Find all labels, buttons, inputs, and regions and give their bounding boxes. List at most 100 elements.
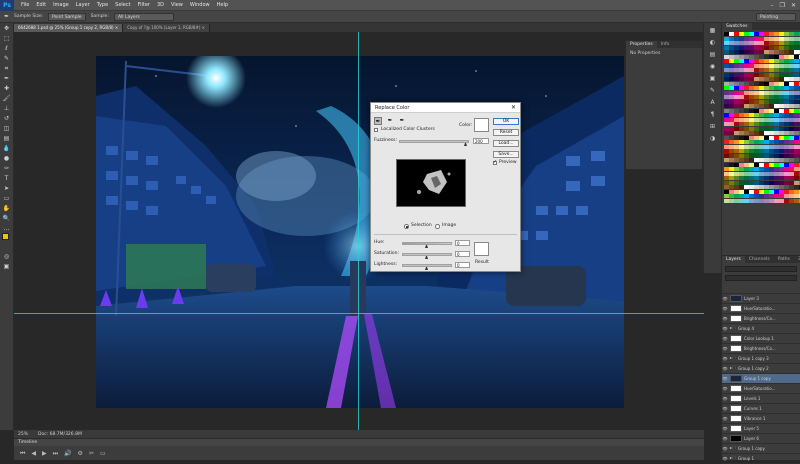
color-swatch[interactable] (789, 41, 794, 45)
color-swatch[interactable] (789, 45, 794, 50)
color-swatch[interactable] (724, 41, 729, 45)
color-swatch[interactable] (759, 108, 764, 113)
color-swatch[interactable] (764, 104, 769, 108)
visibility-eye-icon[interactable]: 👁 (722, 336, 728, 341)
last-frame-icon[interactable]: ⏭ (53, 450, 58, 458)
color-swatch[interactable] (764, 59, 769, 63)
menu-type[interactable]: Type (97, 2, 108, 8)
color-swatch[interactable] (729, 36, 734, 41)
color-swatch[interactable] (744, 90, 749, 95)
visibility-eye-icon[interactable]: 👁 (722, 426, 728, 431)
color-swatch[interactable] (779, 95, 784, 99)
color-swatch[interactable] (764, 32, 769, 36)
save-button[interactable]: Save... (493, 151, 519, 158)
color-swatch[interactable] (764, 149, 769, 153)
color-swatch[interactable] (789, 113, 794, 117)
color-swatch[interactable] (739, 41, 744, 45)
color-swatch[interactable] (734, 77, 739, 81)
color-swatch[interactable] (779, 54, 784, 59)
color-swatch[interactable] (769, 90, 774, 95)
color-swatch[interactable] (724, 185, 729, 189)
color-swatch[interactable] (794, 81, 799, 86)
color-swatch[interactable] (794, 36, 799, 41)
color-swatch[interactable] (729, 135, 734, 140)
marquee-tool-icon[interactable]: ⬚ (2, 35, 12, 43)
color-swatch[interactable] (734, 81, 739, 86)
screen-mode-icon[interactable]: ▣ (2, 263, 12, 271)
color-swatch[interactable] (784, 140, 789, 144)
color-swatch[interactable] (724, 140, 729, 144)
color-swatch[interactable] (734, 158, 739, 162)
image-radio[interactable] (435, 224, 440, 229)
color-swatch[interactable] (729, 45, 734, 50)
color-swatch[interactable] (754, 113, 759, 117)
color-swatch[interactable] (794, 185, 799, 189)
workspace-select[interactable]: Painting (756, 12, 796, 21)
lightness-input[interactable]: 0 (455, 262, 470, 268)
color-swatch[interactable] (779, 41, 784, 45)
lightness-slider-thumb[interactable] (425, 267, 428, 270)
color-swatch[interactable] (729, 50, 734, 54)
color-swatch[interactable] (789, 158, 794, 162)
color-swatch[interactable] (764, 135, 769, 140)
color-swatch[interactable] (784, 126, 789, 131)
color-swatch[interactable] (744, 126, 749, 131)
color-swatch[interactable] (724, 72, 729, 77)
menu-window[interactable]: Window (190, 2, 210, 8)
color-swatch[interactable] (729, 86, 734, 90)
color-swatch[interactable] (769, 99, 774, 104)
color-swatch[interactable] (729, 59, 734, 63)
color-swatch[interactable] (749, 140, 754, 144)
color-swatch[interactable] (754, 86, 759, 90)
color-swatch[interactable] (794, 86, 799, 90)
saturation-input[interactable]: 0 (455, 251, 470, 257)
color-swatch[interactable] (764, 185, 769, 189)
color-swatch[interactable] (739, 149, 744, 153)
color-swatch[interactable] (759, 50, 764, 54)
color-swatch[interactable] (724, 54, 729, 59)
color-swatch[interactable] (759, 171, 764, 176)
zoom-tool-icon[interactable]: 🔍 (2, 215, 12, 223)
visibility-eye-icon[interactable]: 👁 (722, 346, 728, 351)
color-swatch[interactable] (744, 77, 749, 81)
color-swatch[interactable] (739, 45, 744, 50)
color-swatch[interactable] (789, 32, 794, 36)
color-swatch[interactable] (739, 90, 744, 95)
maximize-icon[interactable]: ❐ (780, 2, 785, 9)
color-swatch[interactable] (739, 108, 744, 113)
color-swatch[interactable] (794, 189, 799, 194)
color-swatch[interactable] (729, 117, 734, 122)
color-swatch[interactable] (749, 126, 754, 131)
color-swatch[interactable] (769, 68, 774, 72)
color-swatch[interactable] (729, 167, 734, 171)
color-swatch[interactable] (749, 144, 754, 149)
color-swatch[interactable] (774, 68, 779, 72)
color-swatch[interactable] (729, 90, 734, 95)
color-swatch[interactable] (739, 198, 744, 203)
color-swatch[interactable] (749, 167, 754, 171)
color-swatch[interactable] (724, 180, 729, 185)
reset-button[interactable]: Reset (493, 129, 519, 136)
color-swatch[interactable] (734, 68, 739, 72)
visibility-eye-icon[interactable]: 👁 (722, 406, 728, 411)
color-swatch[interactable] (774, 149, 779, 153)
color-swatch[interactable] (724, 162, 729, 167)
hue-slider-thumb[interactable] (425, 245, 428, 248)
color-swatch[interactable] (729, 131, 734, 135)
color-swatch[interactable] (759, 104, 764, 108)
color-swatch[interactable] (764, 50, 769, 54)
color-swatch[interactable] (759, 59, 764, 63)
color-swatch[interactable] (749, 135, 754, 140)
layer-row[interactable]: 👁 ▸🗀 Group 1 copy 3 (722, 354, 800, 364)
color-swatch[interactable] (784, 158, 789, 162)
color-swatch[interactable] (769, 176, 774, 180)
layer-row[interactable]: 👁 ▸🗀 Group 1 (722, 454, 800, 464)
color-swatch[interactable] (744, 32, 749, 36)
color-swatch[interactable] (789, 50, 794, 54)
color-swatch[interactable] (754, 194, 759, 198)
color-swatch[interactable] (779, 50, 784, 54)
adjustments-panel-icon[interactable]: ◐ (707, 38, 719, 47)
blend-mode-select[interactable] (725, 275, 797, 281)
color-swatch[interactable] (754, 41, 759, 45)
color-swatch[interactable] (784, 104, 789, 108)
